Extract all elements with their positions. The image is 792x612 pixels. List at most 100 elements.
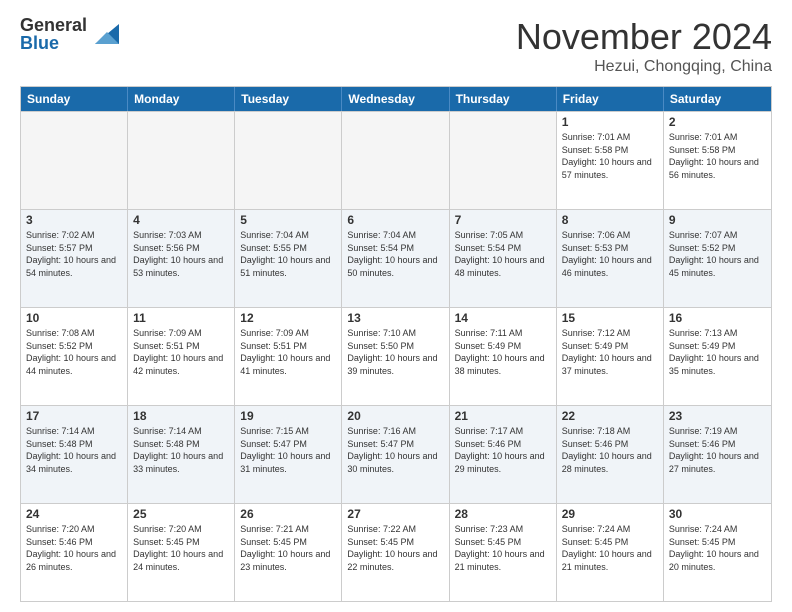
calendar-cell [128, 112, 235, 209]
calendar-cell: 15 Sunrise: 7:12 AMSunset: 5:49 PMDaylig… [557, 308, 664, 405]
day-header: Sunday [21, 87, 128, 111]
calendar-cell: 28 Sunrise: 7:23 AMSunset: 5:45 PMDaylig… [450, 504, 557, 601]
day-number: 19 [240, 409, 336, 423]
day-number: 20 [347, 409, 443, 423]
cell-info: Sunrise: 7:09 AMSunset: 5:51 PMDaylight:… [240, 328, 330, 376]
calendar-cell: 3 Sunrise: 7:02 AMSunset: 5:57 PMDayligh… [21, 210, 128, 307]
day-number: 17 [26, 409, 122, 423]
day-header: Tuesday [235, 87, 342, 111]
day-headers: SundayMondayTuesdayWednesdayThursdayFrid… [21, 87, 771, 111]
calendar: SundayMondayTuesdayWednesdayThursdayFrid… [20, 86, 772, 602]
day-header: Wednesday [342, 87, 449, 111]
cell-info: Sunrise: 7:19 AMSunset: 5:46 PMDaylight:… [669, 426, 759, 474]
cell-info: Sunrise: 7:13 AMSunset: 5:49 PMDaylight:… [669, 328, 759, 376]
day-number: 8 [562, 213, 658, 227]
calendar-cell: 17 Sunrise: 7:14 AMSunset: 5:48 PMDaylig… [21, 406, 128, 503]
calendar-cell: 9 Sunrise: 7:07 AMSunset: 5:52 PMDayligh… [664, 210, 771, 307]
cell-info: Sunrise: 7:21 AMSunset: 5:45 PMDaylight:… [240, 524, 330, 572]
cell-info: Sunrise: 7:09 AMSunset: 5:51 PMDaylight:… [133, 328, 223, 376]
logo: General Blue [20, 16, 119, 52]
day-number: 4 [133, 213, 229, 227]
day-number: 21 [455, 409, 551, 423]
day-header: Monday [128, 87, 235, 111]
calendar-cell: 16 Sunrise: 7:13 AMSunset: 5:49 PMDaylig… [664, 308, 771, 405]
week-row: 17 Sunrise: 7:14 AMSunset: 5:48 PMDaylig… [21, 405, 771, 503]
day-number: 3 [26, 213, 122, 227]
cell-info: Sunrise: 7:03 AMSunset: 5:56 PMDaylight:… [133, 230, 223, 278]
day-number: 23 [669, 409, 766, 423]
cell-info: Sunrise: 7:15 AMSunset: 5:47 PMDaylight:… [240, 426, 330, 474]
page: General Blue November 2024 Hezui, Chongq… [0, 0, 792, 612]
calendar-cell: 25 Sunrise: 7:20 AMSunset: 5:45 PMDaylig… [128, 504, 235, 601]
calendar-cell: 26 Sunrise: 7:21 AMSunset: 5:45 PMDaylig… [235, 504, 342, 601]
cell-info: Sunrise: 7:23 AMSunset: 5:45 PMDaylight:… [455, 524, 545, 572]
day-number: 14 [455, 311, 551, 325]
calendar-cell: 18 Sunrise: 7:14 AMSunset: 5:48 PMDaylig… [128, 406, 235, 503]
calendar-cell [235, 112, 342, 209]
cell-info: Sunrise: 7:01 AMSunset: 5:58 PMDaylight:… [562, 132, 652, 180]
calendar-cell: 19 Sunrise: 7:15 AMSunset: 5:47 PMDaylig… [235, 406, 342, 503]
month-title: November 2024 [516, 16, 772, 58]
calendar-cell: 12 Sunrise: 7:09 AMSunset: 5:51 PMDaylig… [235, 308, 342, 405]
title-block: November 2024 Hezui, Chongqing, China [516, 16, 772, 76]
logo-blue: Blue [20, 34, 87, 52]
week-row: 10 Sunrise: 7:08 AMSunset: 5:52 PMDaylig… [21, 307, 771, 405]
day-header: Saturday [664, 87, 771, 111]
calendar-cell: 10 Sunrise: 7:08 AMSunset: 5:52 PMDaylig… [21, 308, 128, 405]
calendar-cell: 6 Sunrise: 7:04 AMSunset: 5:54 PMDayligh… [342, 210, 449, 307]
cell-info: Sunrise: 7:22 AMSunset: 5:45 PMDaylight:… [347, 524, 437, 572]
cell-info: Sunrise: 7:02 AMSunset: 5:57 PMDaylight:… [26, 230, 116, 278]
logo-icon [91, 20, 119, 48]
day-number: 7 [455, 213, 551, 227]
logo-general: General [20, 16, 87, 34]
cell-info: Sunrise: 7:10 AMSunset: 5:50 PMDaylight:… [347, 328, 437, 376]
day-number: 25 [133, 507, 229, 521]
day-number: 28 [455, 507, 551, 521]
day-number: 30 [669, 507, 766, 521]
day-number: 18 [133, 409, 229, 423]
calendar-cell: 4 Sunrise: 7:03 AMSunset: 5:56 PMDayligh… [128, 210, 235, 307]
cell-info: Sunrise: 7:06 AMSunset: 5:53 PMDaylight:… [562, 230, 652, 278]
cell-info: Sunrise: 7:14 AMSunset: 5:48 PMDaylight:… [26, 426, 116, 474]
day-number: 12 [240, 311, 336, 325]
cell-info: Sunrise: 7:05 AMSunset: 5:54 PMDaylight:… [455, 230, 545, 278]
cell-info: Sunrise: 7:01 AMSunset: 5:58 PMDaylight:… [669, 132, 759, 180]
calendar-cell: 13 Sunrise: 7:10 AMSunset: 5:50 PMDaylig… [342, 308, 449, 405]
calendar-cell: 7 Sunrise: 7:05 AMSunset: 5:54 PMDayligh… [450, 210, 557, 307]
day-number: 2 [669, 115, 766, 129]
header: General Blue November 2024 Hezui, Chongq… [20, 16, 772, 76]
cell-info: Sunrise: 7:11 AMSunset: 5:49 PMDaylight:… [455, 328, 545, 376]
cell-info: Sunrise: 7:04 AMSunset: 5:54 PMDaylight:… [347, 230, 437, 278]
logo-text: General Blue [20, 16, 87, 52]
cell-info: Sunrise: 7:12 AMSunset: 5:49 PMDaylight:… [562, 328, 652, 376]
cell-info: Sunrise: 7:18 AMSunset: 5:46 PMDaylight:… [562, 426, 652, 474]
calendar-cell [342, 112, 449, 209]
week-row: 24 Sunrise: 7:20 AMSunset: 5:46 PMDaylig… [21, 503, 771, 601]
day-number: 5 [240, 213, 336, 227]
day-number: 29 [562, 507, 658, 521]
weeks: 1 Sunrise: 7:01 AMSunset: 5:58 PMDayligh… [21, 111, 771, 601]
day-number: 6 [347, 213, 443, 227]
day-number: 22 [562, 409, 658, 423]
calendar-cell: 20 Sunrise: 7:16 AMSunset: 5:47 PMDaylig… [342, 406, 449, 503]
day-number: 15 [562, 311, 658, 325]
day-header: Thursday [450, 87, 557, 111]
cell-info: Sunrise: 7:14 AMSunset: 5:48 PMDaylight:… [133, 426, 223, 474]
week-row: 3 Sunrise: 7:02 AMSunset: 5:57 PMDayligh… [21, 209, 771, 307]
calendar-cell: 11 Sunrise: 7:09 AMSunset: 5:51 PMDaylig… [128, 308, 235, 405]
day-number: 24 [26, 507, 122, 521]
day-number: 27 [347, 507, 443, 521]
day-number: 16 [669, 311, 766, 325]
day-number: 11 [133, 311, 229, 325]
calendar-cell: 23 Sunrise: 7:19 AMSunset: 5:46 PMDaylig… [664, 406, 771, 503]
calendar-cell: 24 Sunrise: 7:20 AMSunset: 5:46 PMDaylig… [21, 504, 128, 601]
week-row: 1 Sunrise: 7:01 AMSunset: 5:58 PMDayligh… [21, 111, 771, 209]
cell-info: Sunrise: 7:20 AMSunset: 5:46 PMDaylight:… [26, 524, 116, 572]
cell-info: Sunrise: 7:24 AMSunset: 5:45 PMDaylight:… [562, 524, 652, 572]
cell-info: Sunrise: 7:08 AMSunset: 5:52 PMDaylight:… [26, 328, 116, 376]
calendar-cell: 27 Sunrise: 7:22 AMSunset: 5:45 PMDaylig… [342, 504, 449, 601]
calendar-cell [21, 112, 128, 209]
calendar-cell: 29 Sunrise: 7:24 AMSunset: 5:45 PMDaylig… [557, 504, 664, 601]
calendar-cell: 1 Sunrise: 7:01 AMSunset: 5:58 PMDayligh… [557, 112, 664, 209]
calendar-cell: 21 Sunrise: 7:17 AMSunset: 5:46 PMDaylig… [450, 406, 557, 503]
